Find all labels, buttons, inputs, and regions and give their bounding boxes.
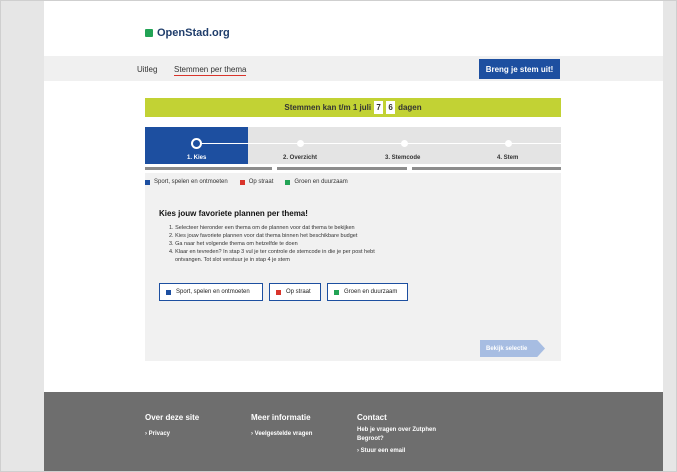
footer-link-label: Veelgestelde vragen xyxy=(254,431,313,437)
instruction-item: ontvangen. Tot slot verstuur je in stap … xyxy=(175,257,290,263)
browser-frame: OpenStad.org Uitleg Stemmen per thema Br… xyxy=(0,0,677,472)
footer: Over deze site › Privacy Meer informatie… xyxy=(44,392,663,471)
banner-suffix: dagen xyxy=(398,103,422,112)
instruction-list: 1. Selecteer hieronder een thema om de p… xyxy=(169,224,375,264)
step-1-label: 1. Kies xyxy=(187,155,207,161)
footer-contact-text: Begroot? xyxy=(357,436,384,442)
legend-label: Groen en duurzaam xyxy=(294,179,348,185)
footer-contact-text: Heb je vragen over Zutphen xyxy=(357,427,437,433)
instruction-item: 1. Selecteer hieronder een thema om de p… xyxy=(169,225,355,231)
theme-button-groen[interactable]: Groen en duurzaam xyxy=(327,283,408,301)
content-title: Kies jouw favoriete plannen per thema! xyxy=(159,209,308,218)
theme-legend: Sport, spelen en ontmoeten Op straat Gro… xyxy=(145,179,348,185)
square-icon xyxy=(334,289,339,295)
footer-col-contact: Contact Heb je vragen over Zutphen Begro… xyxy=(357,413,436,456)
theme-progress-bars xyxy=(145,167,561,170)
step-1-active[interactable]: 1. Kies xyxy=(145,127,248,164)
footer-col-meer: Meer informatie › Veelgestelde vragen xyxy=(251,413,312,439)
footer-heading: Meer informatie xyxy=(251,413,311,422)
square-icon xyxy=(285,179,291,185)
footer-link-privacy[interactable]: › Privacy xyxy=(145,430,199,439)
footer-link-faq[interactable]: › Veelgestelde vragen xyxy=(251,430,312,439)
theme-button-op-straat[interactable]: Op straat xyxy=(269,283,321,301)
legend-label: Sport, spelen en ontmoeten xyxy=(154,179,228,185)
bekijk-selectie-button[interactable]: Bekijk selectie xyxy=(480,340,545,357)
days-digit: 7 xyxy=(374,101,384,114)
nav-uitleg[interactable]: Uitleg xyxy=(137,65,157,74)
footer-link-label: Privacy xyxy=(148,431,171,437)
step-indicator: 1. Kies 2. Overzicht 3. Stemcode 4. Stem xyxy=(145,127,561,164)
step-2-dot xyxy=(297,140,304,147)
theme-button-sport[interactable]: Sport, spelen en ontmoeten xyxy=(159,283,263,301)
step-2-label[interactable]: 2. Overzicht xyxy=(283,155,317,161)
step-4-label[interactable]: 4. Stem xyxy=(497,155,518,161)
progress-bar xyxy=(277,167,407,170)
step-1-dot xyxy=(191,138,202,149)
square-icon xyxy=(276,289,281,295)
legend-label: Op straat xyxy=(248,179,274,185)
right-margin xyxy=(661,1,676,471)
days-digit: 6 xyxy=(386,101,396,114)
page: OpenStad.org Uitleg Stemmen per thema Br… xyxy=(44,1,663,471)
chevron-right-icon: › xyxy=(357,448,359,454)
logo-text: OpenStad.org xyxy=(157,27,230,39)
content-panel: Sport, spelen en ontmoeten Op straat Gro… xyxy=(145,173,561,361)
legend-item: Op straat xyxy=(239,179,274,185)
footer-heading: Contact xyxy=(357,413,387,422)
square-icon xyxy=(145,179,150,185)
progress-bar xyxy=(145,167,272,170)
legend-item: Sport, spelen en ontmoeten xyxy=(145,179,228,185)
square-icon xyxy=(166,289,171,295)
nav-stemmen-per-thema[interactable]: Stemmen per thema xyxy=(174,65,247,76)
theme-button-label: Sport, spelen en ontmoeten xyxy=(176,289,250,295)
vote-button[interactable]: Breng je stem uit! xyxy=(479,59,560,79)
left-margin xyxy=(1,1,44,471)
chevron-right-icon: › xyxy=(145,431,147,437)
footer-link-email[interactable]: › Stuur een email xyxy=(357,447,436,456)
chevron-right-icon: › xyxy=(251,431,253,437)
progress-bar xyxy=(412,167,561,170)
square-icon xyxy=(239,179,245,185)
legend-item: Groen en duurzaam xyxy=(285,179,348,185)
step-3-dot xyxy=(401,140,408,147)
theme-button-label: Groen en duurzaam xyxy=(344,289,398,295)
instruction-item: 2. Kies jouw favoriete plannen voor dat … xyxy=(169,233,358,239)
footer-link-label: Stuur een email xyxy=(360,448,406,454)
banner-prefix: Stemmen kan t/m 1 juli xyxy=(284,103,372,112)
footer-col-over: Over deze site › Privacy xyxy=(145,413,199,439)
instruction-item: 4. Klaar en tevreden? In stap 3 vul je t… xyxy=(169,249,375,255)
theme-button-label: Op straat xyxy=(286,289,311,295)
step-4-dot xyxy=(505,140,512,147)
navbar: Uitleg Stemmen per thema xyxy=(44,56,663,81)
step-3-label[interactable]: 3. Stemcode xyxy=(385,155,420,161)
logo[interactable]: OpenStad.org xyxy=(145,27,230,39)
deadline-banner: Stemmen kan t/m 1 juli 7 6 dagen xyxy=(145,98,561,117)
step-track xyxy=(197,143,248,144)
instruction-item: 3. Ga naar het volgende thema om hetzelf… xyxy=(169,241,298,247)
footer-heading: Over deze site xyxy=(145,413,200,422)
logo-icon xyxy=(145,29,153,37)
